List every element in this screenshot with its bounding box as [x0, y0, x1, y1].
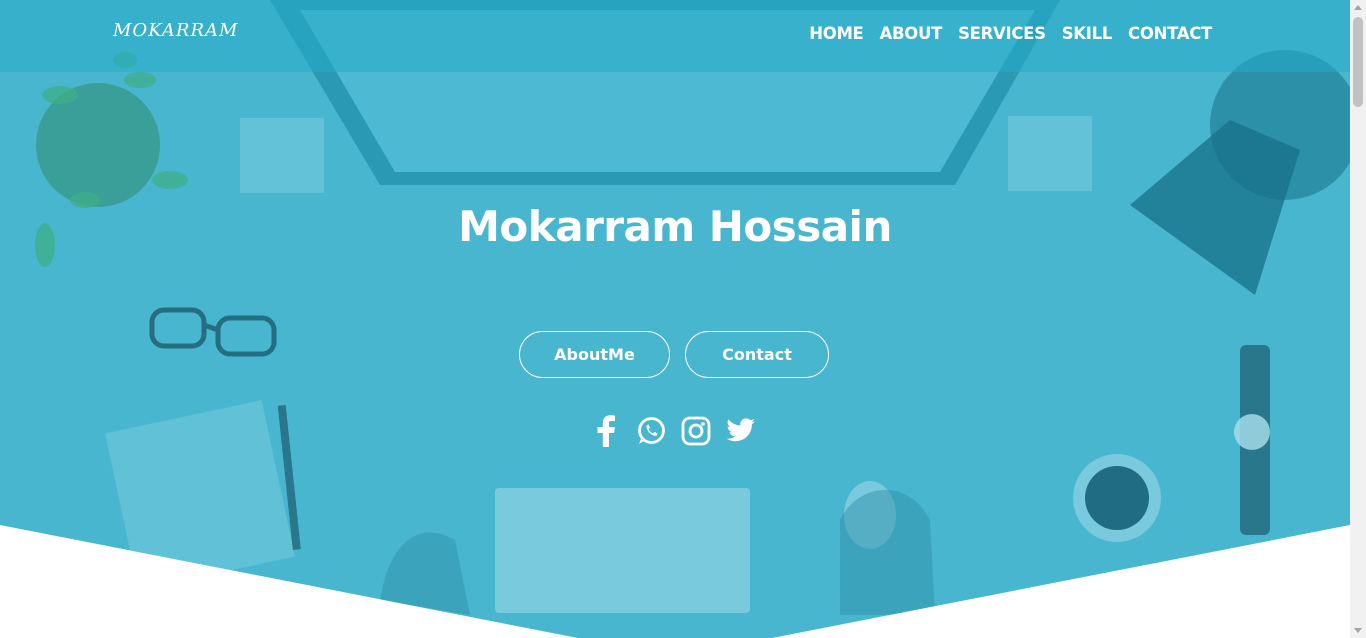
- scroll-up-arrow-icon[interactable]: [1354, 5, 1362, 10]
- scroll-down-arrow-icon[interactable]: [1354, 628, 1362, 633]
- page: MOKARRAM HOME ABOUT SERVICES SKILL CONTA…: [0, 0, 1366, 638]
- scroll-thumb[interactable]: [1353, 17, 1363, 107]
- hero-bottom-divider: [0, 525, 1350, 638]
- scrollbar[interactable]: [1350, 0, 1366, 638]
